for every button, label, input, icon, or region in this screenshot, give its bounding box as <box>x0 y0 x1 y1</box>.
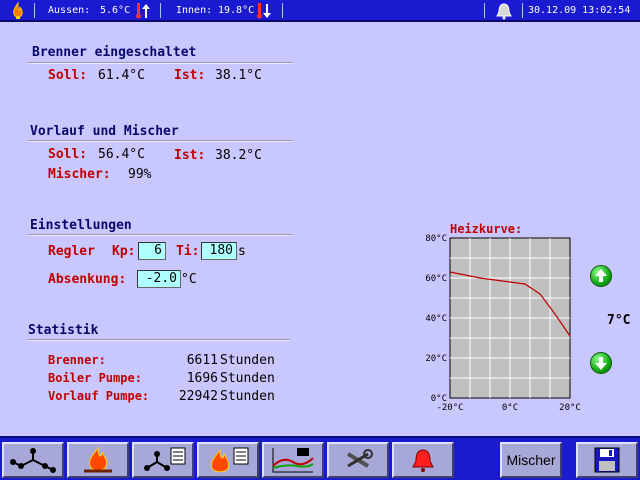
bell-icon[interactable] <box>495 2 513 20</box>
divider <box>28 234 293 236</box>
thermometer-icon <box>257 3 262 19</box>
alarm-bell-icon <box>412 449 434 472</box>
kp-label: Kp: <box>112 244 136 259</box>
absenkung-unit: °C <box>181 272 197 287</box>
floppy-disk-icon <box>594 447 620 473</box>
stats-row-value: 6611 <box>186 353 218 368</box>
alarm-button[interactable] <box>392 442 454 478</box>
heating-curve-chart: Heizkurve:0°C20°C40°C60°C80°C-20°C 0°C 20°… <box>425 222 581 413</box>
absenkung-label: Absenkung: <box>48 272 127 287</box>
divider <box>28 140 293 142</box>
status-bar: Aussen: 5.6°C Innen: 19.8°C 30.12.09 13:… <box>0 0 640 22</box>
ti-unit: s <box>238 244 246 259</box>
burner-ist-value: 38.1°C <box>215 68 262 83</box>
flow-ist-label: Ist: <box>174 148 206 163</box>
radiator-network-icon <box>10 448 56 473</box>
datetime: 30.12.09 13:02:54 <box>528 5 631 16</box>
bottom-toolbar: Mischer <box>0 436 640 480</box>
curve-down-button[interactable] <box>590 352 612 374</box>
fire-settings-icon <box>211 447 249 473</box>
flow-soll-value: 56.4°C <box>98 147 145 162</box>
chart-icon <box>272 448 314 473</box>
mixer-value: 99% <box>128 167 152 182</box>
divider <box>34 3 35 18</box>
burner-settings-button[interactable] <box>197 442 259 478</box>
kp-input[interactable]: 6 <box>138 242 166 260</box>
flow-heading: Vorlauf und Mischer <box>30 124 179 139</box>
outside-label: Aussen: <box>48 5 91 16</box>
stats-row-unit: Stunden <box>220 371 275 386</box>
arrow-up-icon <box>142 4 150 18</box>
x-tick-label: -20°C <box>436 403 463 413</box>
curve-up-button[interactable] <box>590 265 612 287</box>
stats-row-value: 1696 <box>186 371 218 386</box>
burner-soll-value: 61.4°C <box>98 68 145 83</box>
burner-heading: Brenner eingeschaltet <box>32 45 197 60</box>
burner-button[interactable] <box>67 442 129 478</box>
flame-icon <box>13 2 23 19</box>
thermometer-icon <box>136 3 141 19</box>
stats-row-label: Vorlauf Pumpe: <box>48 389 150 403</box>
inside-temp: 19.8°C <box>218 5 255 16</box>
absenkung-input[interactable]: -2.0 <box>137 270 181 288</box>
stats-heading: Statistik <box>28 323 99 338</box>
y-tick-label: 40°C <box>425 314 447 324</box>
tools-button[interactable] <box>327 442 389 478</box>
burner-ist-label: Ist: <box>174 68 206 83</box>
y-tick-label: 60°C <box>425 274 447 284</box>
y-tick-label: 20°C <box>425 354 447 364</box>
flow-ist-value: 38.2°C <box>215 148 262 163</box>
divider <box>28 62 293 64</box>
burner-soll-label: Soll: <box>48 68 88 83</box>
inside-label: Innen: <box>176 5 213 16</box>
settings-heading: Einstellungen <box>30 218 132 233</box>
stats-row-value: 22942 <box>178 389 218 404</box>
divider <box>522 3 523 18</box>
regler-label: Regler <box>48 244 95 259</box>
fire-icon <box>84 446 112 473</box>
outside-temp: 5.6°C <box>100 5 131 16</box>
chart-title: Heizkurve: <box>450 222 522 236</box>
heating-circuit-settings-button[interactable] <box>132 442 194 478</box>
mixer-label: Mischer: <box>48 167 111 182</box>
stats-row-label: Boiler Pumpe: <box>48 371 142 385</box>
x-tick-label: 0°C <box>502 403 518 413</box>
divider <box>160 3 161 18</box>
x-tick-label: 20°C <box>559 403 581 413</box>
arrow-up-icon <box>595 269 607 282</box>
tools-icon <box>346 449 373 468</box>
ti-label: Ti: <box>176 244 200 259</box>
mischer-button-label: Mischer <box>506 452 556 468</box>
stats-row-unit: Stunden <box>220 389 275 404</box>
arrow-down-icon <box>263 4 271 18</box>
radiator-settings-icon <box>144 447 186 471</box>
save-button[interactable] <box>576 442 638 478</box>
y-tick-label: 80°C <box>425 234 447 244</box>
flow-soll-label: Soll: <box>48 147 88 162</box>
heating-circuit-button[interactable] <box>2 442 64 478</box>
arrow-down-icon <box>595 357 607 370</box>
divider <box>484 3 485 18</box>
divider <box>28 339 290 341</box>
stats-row-label: Brenner: <box>48 353 106 367</box>
chart-button[interactable] <box>262 442 324 478</box>
mischer-button[interactable]: Mischer <box>500 442 562 478</box>
ti-input[interactable]: 180 <box>201 242 237 260</box>
stats-row-unit: Stunden <box>220 353 275 368</box>
divider <box>282 3 283 18</box>
curve-offset-value: 7°C <box>607 313 631 328</box>
